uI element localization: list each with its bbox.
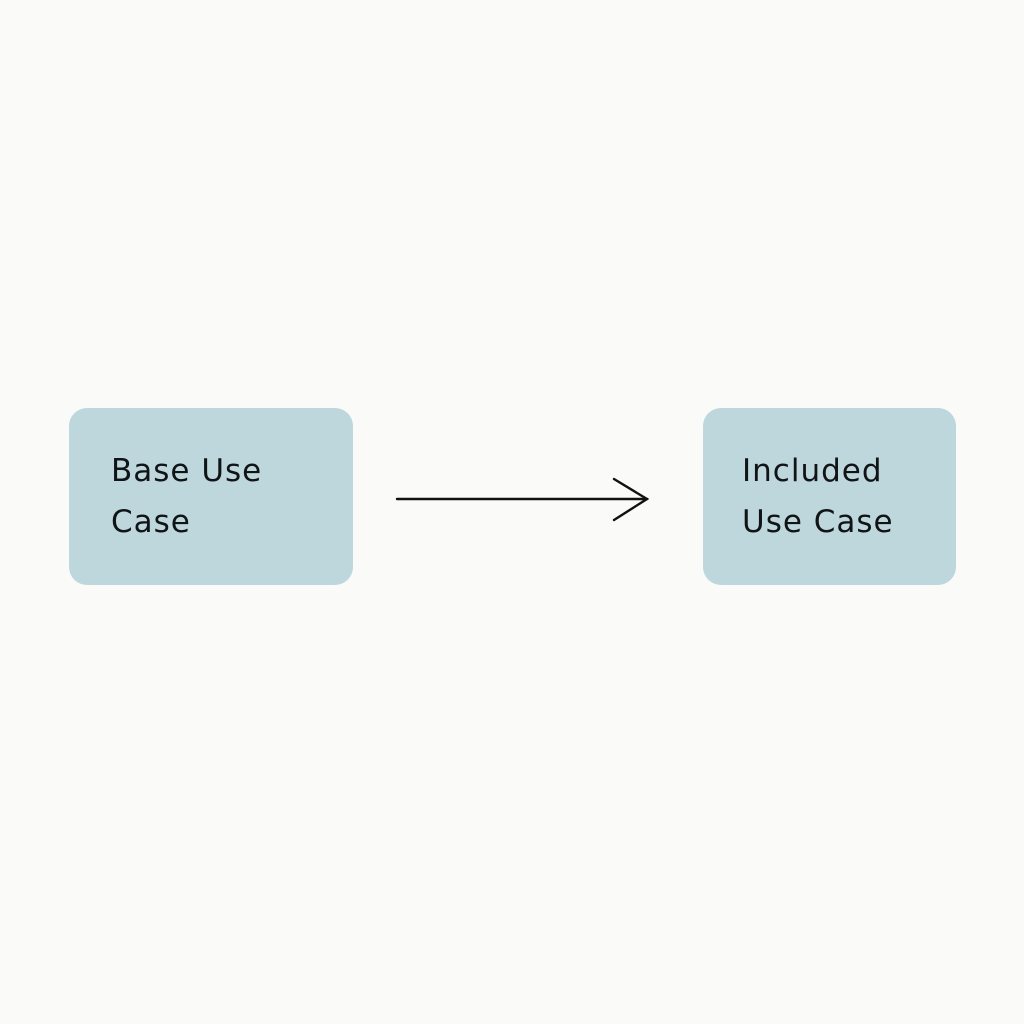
base-use-case-label-line-2: Case — [111, 504, 191, 540]
diagram-canvas: Base Use Case Included Use Case — [0, 0, 1024, 1024]
included-use-case-label-line-1: Included — [742, 453, 883, 489]
include-arrow — [395, 477, 650, 522]
base-use-case-label-line-1: Base Use — [111, 453, 263, 489]
base-use-case-node[interactable]: Base Use Case — [69, 408, 353, 585]
included-use-case-node[interactable]: Included Use Case — [703, 408, 956, 585]
included-use-case-label-line-2: Use Case — [742, 504, 894, 540]
